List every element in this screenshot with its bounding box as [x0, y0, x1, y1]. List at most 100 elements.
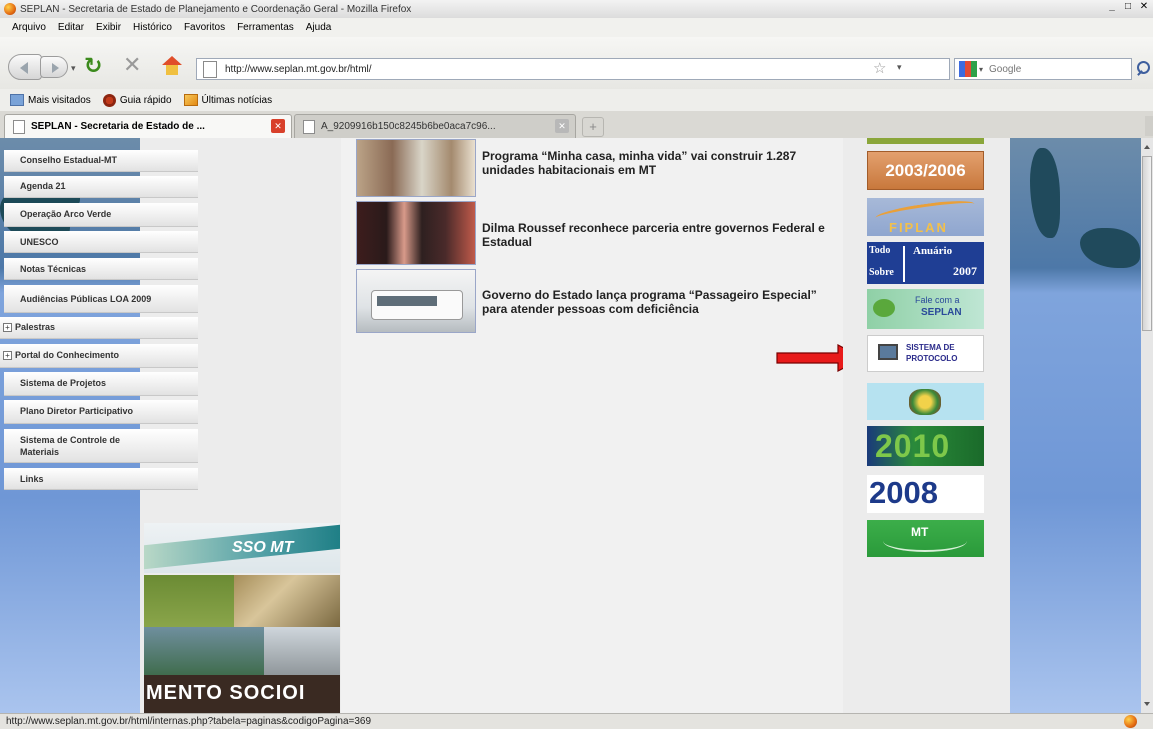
sidebar-item-links[interactable]: Links: [4, 468, 198, 490]
banner-label: Anuário: [913, 245, 953, 257]
sidebar-item-notas-tecnicas[interactable]: Notas Técnicas: [4, 258, 198, 280]
news-headline-dilma-roussef[interactable]: Dilma Roussef reconhece parceria entre g…: [482, 221, 832, 249]
bookmark-star-icon[interactable]: ☆: [873, 59, 886, 79]
bookmark-label: Mais visitados: [28, 94, 91, 106]
sidebar-item-agenda-21[interactable]: Agenda 21: [4, 176, 198, 198]
menu-favoritos[interactable]: Favoritos: [184, 22, 225, 33]
banner-sistema-protocolo[interactable]: SISTEMA DE PROTOCOLO: [867, 335, 984, 372]
news-headline-minha-casa[interactable]: Programa “Minha casa, minha vida” vai co…: [482, 149, 832, 177]
background-map-right: [1010, 138, 1141, 713]
forward-button[interactable]: [40, 56, 68, 78]
address-bar[interactable]: http://www.seplan.mt.gov.br/html/ ☆ ▾: [196, 58, 950, 80]
news-thumbnail[interactable]: [356, 269, 476, 333]
collage-caption: MENTO SOCIOI: [146, 682, 306, 704]
close-window-button[interactable]: ✕: [1137, 1, 1151, 14]
sidebar-item-unesco[interactable]: UNESCO: [4, 231, 198, 253]
search-input[interactable]: [989, 63, 1110, 75]
banner-label: SEPLAN: [921, 307, 962, 318]
new-tab-button[interactable]: +: [582, 117, 604, 137]
firefox-status-icon: [1124, 715, 1137, 728]
search-icon[interactable]: [1134, 59, 1150, 77]
scrollbar-thumb[interactable]: [1142, 156, 1152, 331]
sidebar-item-plano-diretor[interactable]: Plano Diretor Participativo: [4, 400, 198, 424]
history-dropdown-icon[interactable]: ▾: [71, 63, 76, 74]
banner-label: PROTOCOLO: [906, 354, 958, 363]
expand-icon[interactable]: +: [3, 323, 12, 333]
top-partial-banner[interactable]: [867, 138, 984, 144]
sidebar-item-label: Operação Arco Verde: [20, 209, 112, 219]
close-tab-icon[interactable]: ✕: [555, 119, 569, 133]
sidebar-item-sistema-controle-materiais[interactable]: Sistema de Controle de Materiais: [4, 429, 198, 463]
banner-text: SSO MT: [232, 539, 294, 556]
close-tab-icon[interactable]: ✕: [271, 119, 285, 133]
computer-icon: [878, 344, 898, 360]
url-dropdown-icon[interactable]: ▾: [897, 62, 902, 73]
sidebar-item-sistema-de-projetos[interactable]: Sistema de Projetos: [4, 372, 198, 396]
stop-icon[interactable]: ✕: [123, 52, 141, 78]
tab-label: SEPLAN - Secretaria de Estado de ...: [31, 121, 205, 132]
menu-editar[interactable]: Editar: [58, 22, 84, 33]
minimize-button[interactable]: _: [1105, 1, 1119, 14]
bookmark-guia-rapido[interactable]: Guia rápido: [102, 93, 172, 107]
restore-button[interactable]: □: [1121, 1, 1135, 14]
expand-icon[interactable]: +: [3, 351, 12, 361]
search-engine-icon[interactable]: [959, 61, 977, 77]
scroll-down-icon[interactable]: [1144, 702, 1150, 709]
mt-banner[interactable]: SSO MT: [144, 523, 340, 573]
sidebar-item-portal-do-conhecimento[interactable]: + Portal do Conhecimento: [0, 344, 198, 368]
folder-star-icon: [10, 94, 24, 106]
news-headline-passageiro-especial[interactable]: Governo do Estado lança programa “Passag…: [482, 288, 832, 316]
menu-exibir[interactable]: Exibir: [96, 22, 121, 33]
reload-icon[interactable]: ↻: [84, 54, 102, 78]
flower-icon: [102, 93, 116, 107]
banner-coat-of-arms[interactable]: [867, 383, 984, 420]
search-box[interactable]: ▾: [954, 58, 1132, 80]
banner-2008[interactable]: 2008: [867, 475, 984, 513]
home-icon[interactable]: [162, 56, 182, 76]
news-thumbnail[interactable]: [356, 139, 476, 197]
page-icon: [303, 119, 315, 134]
sidebar-item-operacao-arco-verde[interactable]: Operação Arco Verde: [4, 203, 198, 227]
banner-label: 2003/2006: [885, 160, 966, 180]
sidebar-item-label: Links: [20, 474, 44, 484]
page-icon: [203, 60, 217, 78]
menu-ajuda[interactable]: Ajuda: [306, 22, 332, 33]
back-button[interactable]: [8, 54, 42, 80]
address-url[interactable]: http://www.seplan.mt.gov.br/html/: [225, 64, 372, 75]
tab-bar: SEPLAN - Secretaria de Estado de ... ✕ A…: [0, 111, 1153, 138]
tab-seplan[interactable]: SEPLAN - Secretaria de Estado de ... ✕: [4, 114, 292, 138]
sidebar-item-palestras[interactable]: + Palestras: [0, 317, 198, 339]
sidebar-item-conselho-estadual[interactable]: Conselho Estadual-MT: [4, 150, 198, 172]
swirl-icon: [883, 530, 967, 552]
banner-label: 2008: [869, 475, 938, 510]
page-content: Conselho Estadual-MT Agenda 21 Operação …: [0, 138, 1141, 713]
banner-anuario-2007[interactable]: Todo Anuário Sobre 2007: [867, 242, 984, 284]
search-engine-dropdown-icon[interactable]: ▾: [979, 65, 983, 74]
tab-label: A_9209916b150c8245b6be0aca7c96...: [321, 121, 496, 132]
banner-2003-2006[interactable]: 2003/2006: [867, 151, 984, 190]
zoneamento-photo-collage[interactable]: MENTO SOCIOI: [144, 575, 340, 713]
bookmark-ultimas-noticias[interactable]: Últimas notícias: [183, 94, 272, 106]
bookmark-mais-visitados[interactable]: Mais visitados: [10, 94, 91, 106]
window-title: SEPLAN - Secretaria de Estado de Planeja…: [20, 3, 412, 15]
banner-label: 2010: [875, 428, 951, 464]
sidebar-item-audiencias-publicas[interactable]: Audiências Públicas LOA 2009: [4, 285, 198, 313]
vertical-scrollbar[interactable]: [1141, 138, 1153, 713]
banner-fale-com-seplan[interactable]: Fale com a SEPLAN: [867, 289, 984, 329]
banner-mt[interactable]: MT: [867, 520, 984, 557]
news-thumbnail[interactable]: [356, 201, 476, 265]
menu-historico[interactable]: Histórico: [133, 22, 172, 33]
menu-ferramentas[interactable]: Ferramentas: [237, 22, 294, 33]
banner-2010[interactable]: 2010: [867, 426, 984, 466]
banner-fiplan[interactable]: FIPLAN: [867, 198, 984, 236]
banner-label: Sobre: [869, 267, 894, 278]
banner-label: Todo: [869, 245, 891, 256]
status-bar: http://www.seplan.mt.gov.br/html/interna…: [0, 713, 1153, 729]
scroll-up-icon[interactable]: [1144, 142, 1150, 149]
tab-document[interactable]: A_9209916b150c8245b6be0aca7c96... ✕: [294, 114, 576, 138]
navigation-toolbar: ▾ ↻ ✕ http://www.seplan.mt.gov.br/html/ …: [0, 37, 1153, 89]
bookmark-label: Guia rápido: [119, 94, 172, 106]
menu-arquivo[interactable]: Arquivo: [12, 22, 46, 33]
tab-scroll-button[interactable]: [1145, 116, 1153, 136]
banner-label: SISTEMA DE: [906, 343, 955, 352]
